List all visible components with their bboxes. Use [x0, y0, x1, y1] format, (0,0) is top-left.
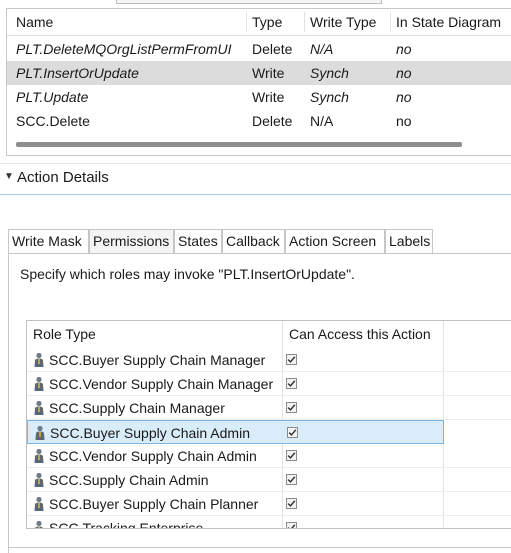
- role-name: SCC.Buyer Supply Chain Planner: [49, 496, 259, 512]
- person-role-icon: [32, 376, 46, 392]
- action-row[interactable]: PLT.Update Write Synch no: [7, 85, 511, 109]
- actions-table-header: Name Type Write Type In State Diagram: [7, 9, 511, 36]
- column-header-role-type[interactable]: Role Type: [33, 321, 96, 348]
- role-name: SCC.Vendor Supply Chain Manager: [49, 376, 274, 392]
- action-type: Write: [252, 65, 285, 81]
- action-in-state: no: [396, 89, 412, 105]
- action-row[interactable]: PLT.InsertOrUpdate Write Synch no: [7, 61, 511, 85]
- role-row[interactable]: SCC.Vendor Supply Chain Admin: [27, 444, 511, 468]
- action-name: PLT.DeleteMQOrgListPermFromUI: [16, 41, 232, 57]
- role-name: SCC.Supply Chain Manager: [49, 400, 225, 416]
- tab-permissions[interactable]: Permissions: [89, 229, 174, 254]
- can-access-checkbox[interactable]: [286, 498, 297, 509]
- column-header-can-access[interactable]: Can Access this Action: [289, 321, 431, 348]
- role-row[interactable]: SCC.Buyer Supply Chain Planner: [27, 492, 511, 516]
- action-type: Write: [252, 89, 285, 105]
- can-access-checkbox[interactable]: [286, 450, 297, 461]
- horizontal-scrollbar[interactable]: [16, 142, 462, 147]
- column-header-in-state-diagram[interactable]: In State Diagram: [396, 9, 511, 35]
- can-access-checkbox[interactable]: [286, 354, 297, 365]
- action-name: PLT.InsertOrUpdate: [16, 65, 139, 81]
- section-divider: [0, 194, 511, 195]
- action-name: SCC.Delete: [16, 113, 90, 129]
- action-write-type: N/A: [310, 113, 334, 129]
- action-type: Delete: [252, 41, 293, 57]
- role-row[interactable]: SCC.Supply Chain Admin: [27, 468, 511, 492]
- action-details-section-header[interactable]: ▼ Action Details: [0, 163, 511, 195]
- role-name: SCC.Vendor Supply Chain Admin: [49, 448, 257, 464]
- action-name: PLT.Update: [16, 89, 89, 105]
- action-in-state: no: [396, 41, 412, 57]
- can-access-checkbox[interactable]: [286, 474, 297, 485]
- permissions-description: Specify which roles may invoke "PLT.Inse…: [20, 266, 355, 282]
- tab-write-mask[interactable]: Write Mask: [8, 229, 89, 253]
- tab-action-screen[interactable]: Action Screen: [285, 229, 385, 253]
- tab-labels[interactable]: Labels: [385, 229, 433, 253]
- can-access-checkbox[interactable]: [286, 402, 297, 413]
- can-access-checkbox[interactable]: [286, 378, 297, 389]
- panel-bottom-border: [8, 547, 511, 548]
- person-role-icon: [32, 448, 46, 464]
- person-role-icon: [32, 352, 46, 368]
- action-in-state: no: [396, 65, 412, 81]
- role-row[interactable]: SCC.Supply Chain Manager: [27, 396, 511, 420]
- actions-table[interactable]: Name Type Write Type In State Diagram PL…: [6, 8, 511, 156]
- column-header-name[interactable]: Name: [16, 9, 244, 35]
- action-in-state: no: [396, 113, 412, 129]
- roles-table-header: Role Type Can Access this Action: [27, 321, 511, 348]
- triangle-down-icon[interactable]: ▼: [4, 171, 14, 182]
- section-title: Action Details: [17, 169, 109, 186]
- action-row[interactable]: PLT.DeleteMQOrgListPermFromUI Delete N/A no: [7, 37, 511, 61]
- tab-states[interactable]: States: [174, 229, 222, 253]
- action-type: Delete: [252, 113, 293, 129]
- action-write-type: Synch: [310, 65, 349, 81]
- person-role-icon: [32, 520, 46, 528]
- person-role-icon: [32, 400, 46, 416]
- person-role-icon: [32, 472, 46, 488]
- role-row[interactable]: SCC.Buyer Supply Chain Admin: [27, 420, 444, 444]
- role-name: SCC.Supply Chain Admin: [49, 472, 209, 488]
- role-name: SCC.Buyer Supply Chain Manager: [49, 352, 266, 368]
- action-row[interactable]: SCC.Delete Delete N/A no: [7, 109, 511, 133]
- person-role-icon: [33, 425, 47, 441]
- tab-callback[interactable]: Callback: [222, 229, 285, 253]
- action-write-type: N/A: [310, 41, 334, 57]
- role-name: SCC.Tracking Enterprise: [49, 520, 204, 529]
- person-role-icon: [32, 496, 46, 512]
- role-row[interactable]: SCC.Vendor Supply Chain Manager: [27, 372, 511, 396]
- column-header-write-type[interactable]: Write Type: [310, 9, 390, 35]
- can-access-checkbox[interactable]: [287, 427, 298, 438]
- action-write-type: Synch: [310, 89, 349, 105]
- role-name: SCC.Buyer Supply Chain Admin: [50, 425, 250, 441]
- column-header-type[interactable]: Type: [252, 9, 304, 35]
- role-row[interactable]: SCC.Buyer Supply Chain Manager: [27, 348, 511, 372]
- role-row[interactable]: SCC.Tracking Enterprise: [27, 516, 511, 529]
- roles-table[interactable]: Role Type Can Access this Action SCC.Buy…: [26, 320, 511, 529]
- top-toolbar-edge: [116, 0, 382, 4]
- can-access-checkbox[interactable]: [286, 522, 297, 528]
